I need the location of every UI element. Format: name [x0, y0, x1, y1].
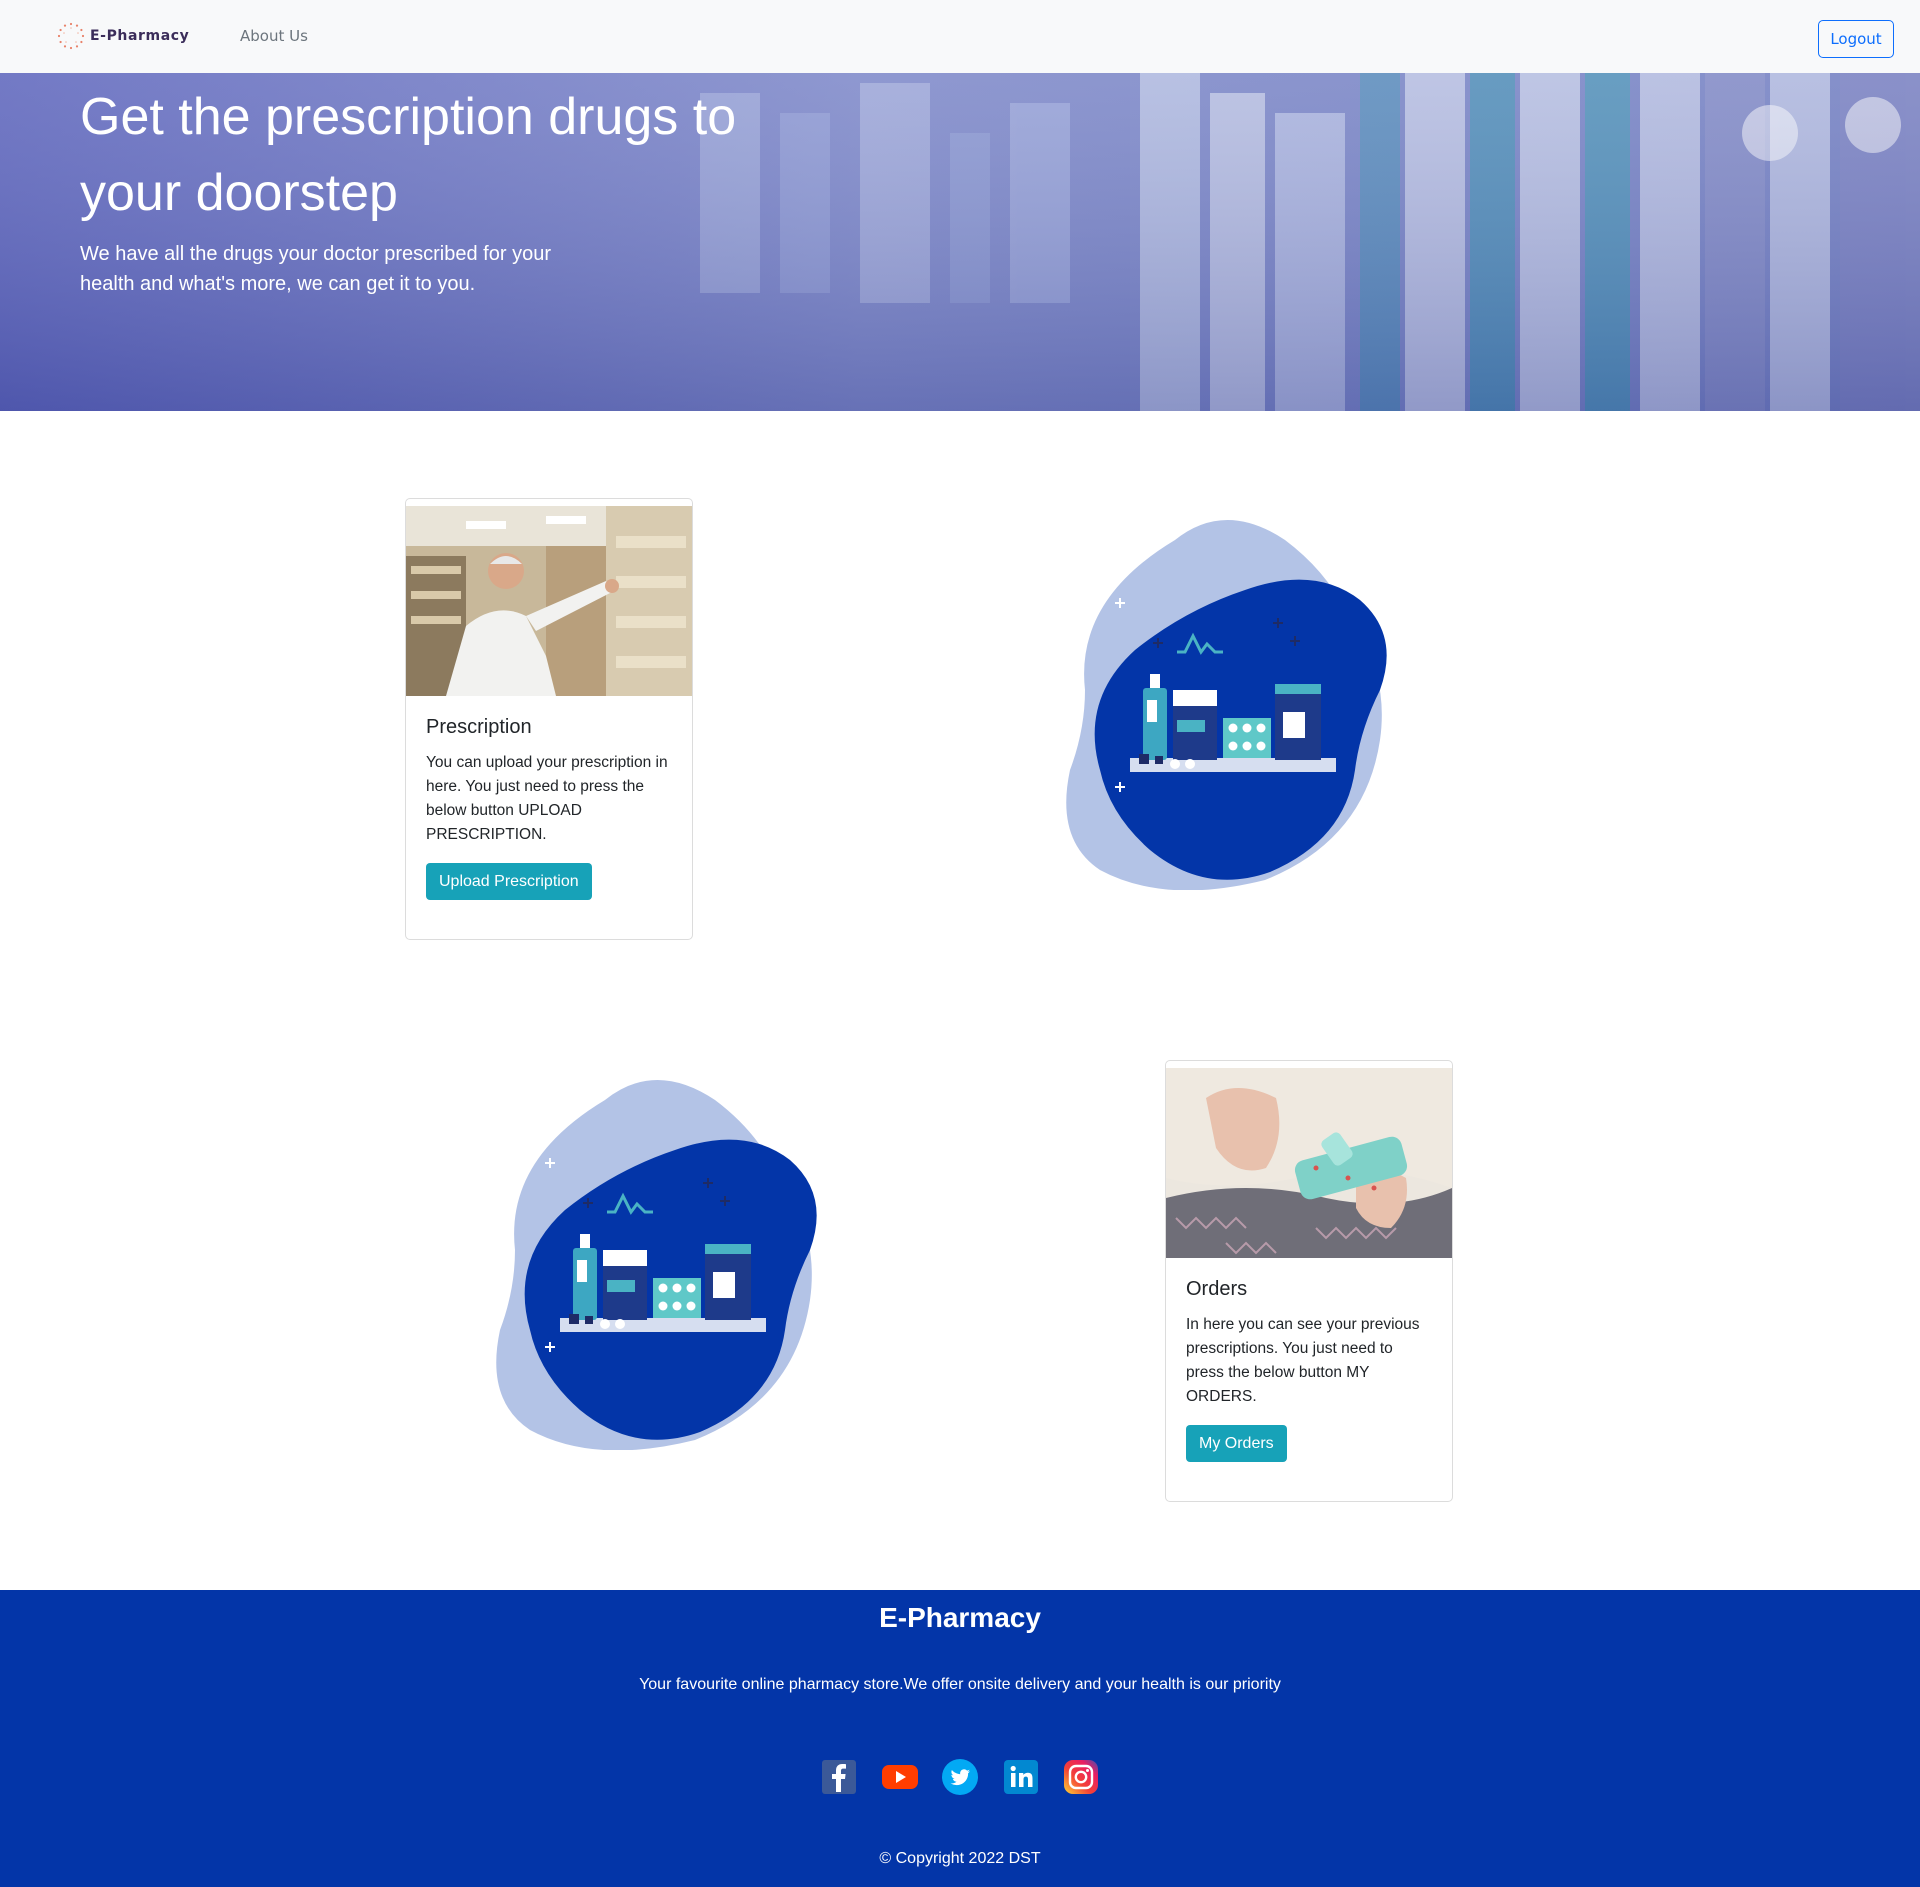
- brand-link[interactable]: E-Pharmacy: [56, 18, 189, 54]
- social-links: [820, 1758, 1100, 1798]
- pill-organizer-photo: [1166, 1068, 1452, 1258]
- facebook-icon[interactable]: [820, 1758, 858, 1796]
- brand-logo-icon: [57, 22, 85, 50]
- brand-name: E-Pharmacy: [90, 28, 190, 44]
- nav-link-about-us[interactable]: About Us: [240, 27, 308, 45]
- my-orders-button[interactable]: My Orders: [1186, 1425, 1287, 1462]
- youtube-icon[interactable]: [881, 1758, 919, 1796]
- medicine-illustration: [1066, 520, 1387, 890]
- footer-tagline: Your favourite online pharmacy store.We …: [639, 1676, 1281, 1693]
- orders-card-body: Orders In here you can see your previous…: [1166, 1258, 1452, 1492]
- prescription-card-title: Prescription: [426, 716, 532, 738]
- logout-button[interactable]: Logout: [1818, 20, 1894, 58]
- prescription-card-text: You can upload your prescription in here…: [426, 754, 668, 843]
- navbar: E-Pharmacy About Us Logout: [0, 0, 1920, 73]
- prescription-card-body: Prescription You can upload your prescri…: [406, 696, 692, 930]
- linkedin-icon[interactable]: [1002, 1758, 1040, 1796]
- footer-copyright: © Copyright 2022 DST: [879, 1850, 1041, 1867]
- upload-prescription-button[interactable]: Upload Prescription: [426, 863, 592, 900]
- instagram-icon[interactable]: [1062, 1758, 1100, 1796]
- footer-title: E-Pharmacy: [879, 1602, 1041, 1633]
- twitter-icon[interactable]: [941, 1758, 979, 1796]
- hero-banner: Get the prescription drugs to your doors…: [0, 73, 1920, 411]
- hero-title: Get the prescription drugs to your doors…: [80, 88, 737, 222]
- prescription-card: Prescription You can upload your prescri…: [405, 498, 693, 940]
- orders-card-text: In here you can see your previous prescr…: [1186, 1316, 1420, 1405]
- orders-card-title: Orders: [1186, 1278, 1248, 1300]
- pharmacist-photo: [406, 506, 692, 696]
- hero-subtitle: We have all the drugs your doctor prescr…: [80, 243, 551, 295]
- medicine-illustration: [496, 1080, 817, 1450]
- orders-card: Orders In here you can see your previous…: [1165, 1060, 1453, 1502]
- footer: E-Pharmacy Your favourite online pharmac…: [0, 1590, 1920, 1887]
